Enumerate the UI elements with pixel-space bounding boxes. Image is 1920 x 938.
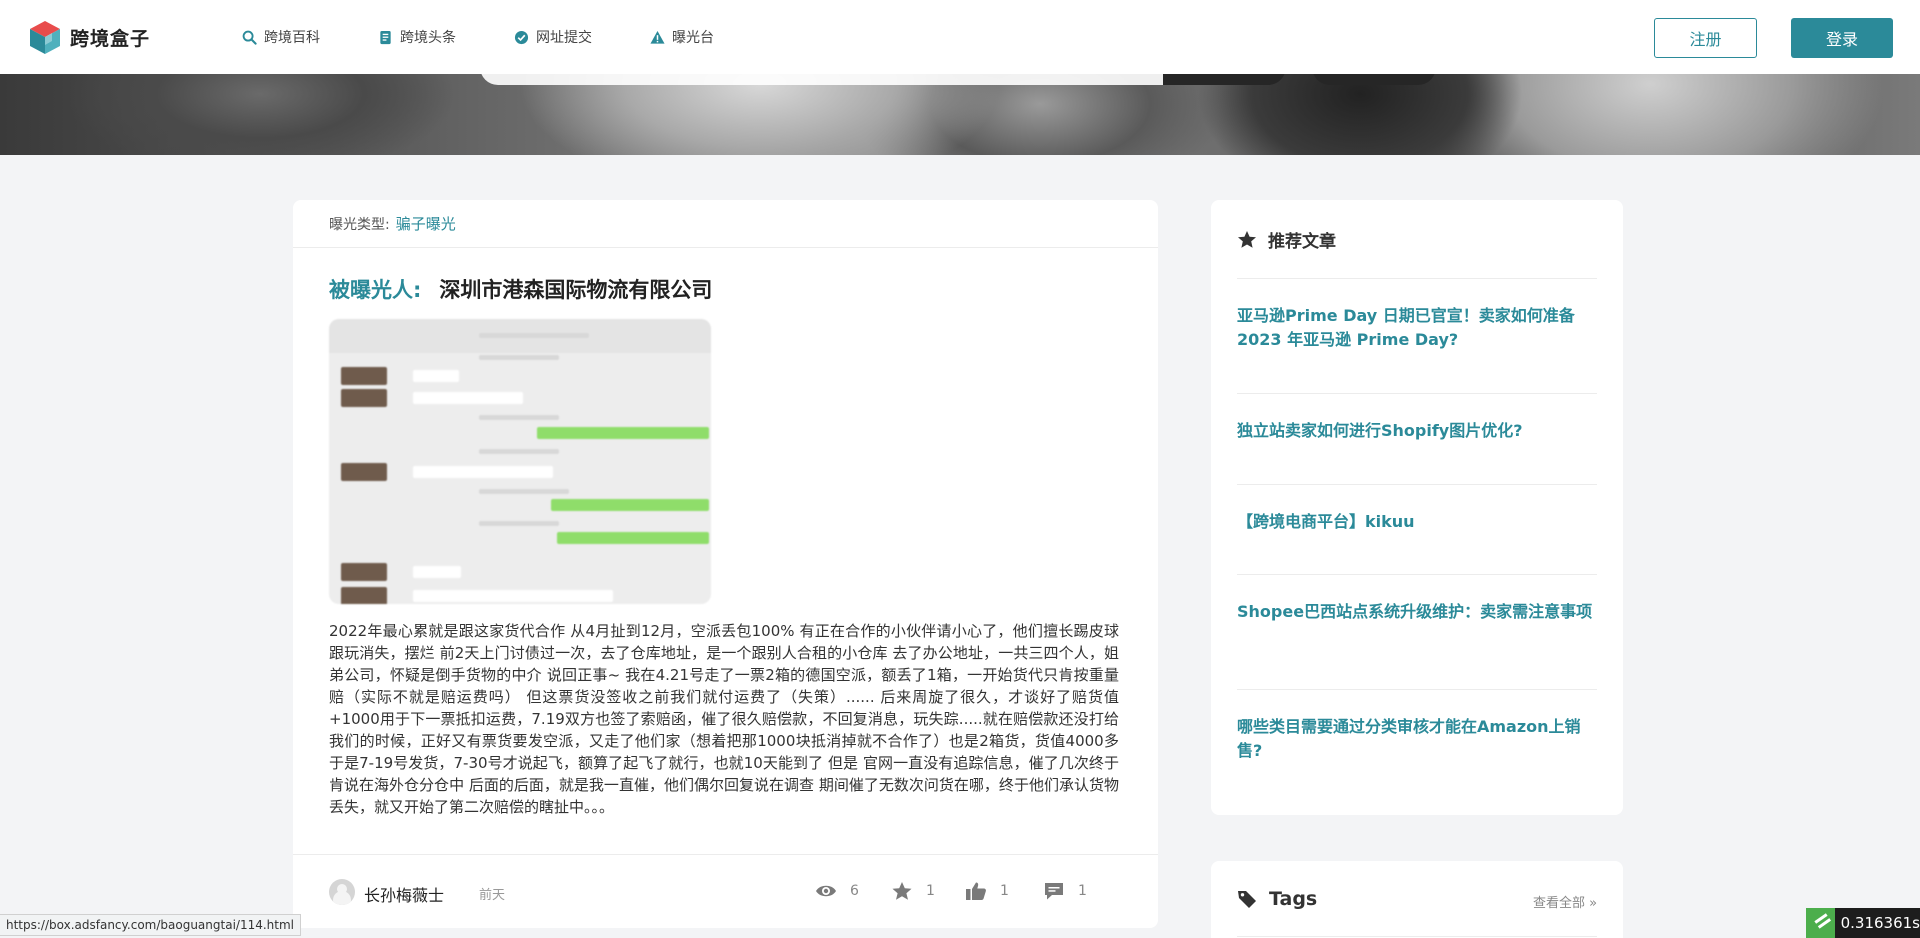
browser-status-url: https://box.adsfancy.com/baoguangtai/114… [0, 914, 301, 936]
comment-icon [1045, 883, 1063, 900]
register-button[interactable]: 注册 [1654, 18, 1757, 58]
recommended-article-link[interactable]: 亚马逊Prime Day 日期已官宣！卖家如何准备 2023 年亚马逊 Prim… [1237, 304, 1597, 352]
hero-banner [0, 74, 1920, 155]
warning-icon [650, 30, 665, 44]
search-icon [242, 30, 257, 45]
main-nav: 跨境百科 跨境头条 网址提交 曝光台 [242, 0, 772, 74]
article-meta-row: 长孙梅薇士 前天 6 1 1 1 [293, 854, 1158, 928]
recommended-article-link[interactable]: 独立站卖家如何进行Shopify图片优化? [1237, 419, 1597, 443]
star-icon [892, 882, 912, 900]
site-header: 跨境盒子 跨境百科 跨境头条 网址提交 曝光台 注册 登录 [0, 0, 1920, 74]
recommended-article-link[interactable]: 【跨境电商平台】kikuu [1237, 510, 1597, 534]
recommended-articles-card: 推荐文章 亚马逊Prime Day 日期已官宣！卖家如何准备 2023 年亚马逊… [1211, 200, 1623, 815]
exposed-title: 被曝光人: 深圳市港森国际物流有限公司 [329, 274, 712, 304]
divider [1237, 484, 1597, 485]
exposure-type-label: 曝光类型: [329, 216, 390, 233]
exposure-type-row: 曝光类型: 骗子曝光 [293, 200, 1158, 248]
exposed-company-name: 深圳市港森国际物流有限公司 [439, 278, 713, 302]
nav-item-label: 网址提交 [536, 30, 592, 46]
exposed-label: 被曝光人: [329, 278, 422, 302]
banner-search-button[interactable] [1163, 74, 1286, 85]
thumbs-up-icon [966, 882, 986, 900]
star-icon [1238, 230, 1256, 248]
page-load-timer: 0.316361s [1806, 908, 1920, 938]
exposure-type-link[interactable]: 骗子曝光 [396, 213, 456, 234]
tags-title: Tags [1269, 888, 1318, 910]
logo-cube-icon [30, 21, 60, 54]
nav-item-headlines[interactable]: 跨境头条 [378, 27, 456, 47]
check-circle-icon [514, 30, 529, 44]
banner-action-button[interactable] [1312, 74, 1436, 85]
likes-stat[interactable]: 1 [965, 881, 1009, 901]
author-name[interactable]: 长孙梅薇士 [364, 882, 444, 906]
views-stat: 6 [815, 881, 859, 901]
nav-item-label: 曝光台 [672, 30, 714, 46]
logo-text: 跨境盒子 [70, 28, 151, 50]
author-avatar[interactable] [329, 879, 355, 905]
comments-stat[interactable]: 1 [1043, 881, 1087, 901]
view-all-tags-link[interactable]: 查看全部 » [1533, 892, 1597, 911]
chat-screenshot-image[interactable] [329, 319, 711, 604]
nav-item-label: 跨境百科 [264, 30, 320, 46]
tag-icon [1238, 891, 1256, 908]
nav-item-label: 跨境头条 [400, 30, 456, 46]
views-count: 6 [850, 883, 859, 899]
divider [1237, 574, 1597, 575]
document-icon [380, 30, 391, 44]
nav-item-wiki[interactable]: 跨境百科 [242, 27, 320, 47]
timer-icon [1806, 908, 1835, 938]
favorites-count: 1 [926, 883, 935, 899]
divider [1237, 936, 1597, 937]
site-logo[interactable]: 跨境盒子 [30, 21, 150, 54]
favorites-stat[interactable]: 1 [891, 881, 935, 901]
divider [1237, 689, 1597, 690]
nav-item-submit-url[interactable]: 网址提交 [514, 27, 592, 47]
recommended-article-link[interactable]: 哪些类目需要通过分类审核才能在Amazon上销售? [1237, 715, 1597, 763]
recommended-title: 推荐文章 [1268, 232, 1336, 252]
banner-search-input[interactable] [480, 74, 1170, 85]
tags-card: Tags 查看全部 » [1211, 861, 1623, 938]
likes-count: 1 [1000, 883, 1009, 899]
tags-header: Tags [1237, 888, 1317, 910]
post-time: 前天 [479, 888, 506, 903]
article-card: 曝光类型: 骗子曝光 被曝光人: 深圳市港森国际物流有限公司 2022年最心累就… [293, 200, 1158, 928]
comments-count: 1 [1078, 883, 1087, 899]
article-body: 2022年最心累就是跟这家货代合作 从4月扯到12月，空派丢包100% 有正在合… [329, 622, 1119, 816]
divider [1237, 393, 1597, 394]
recommended-header: 推荐文章 [1237, 227, 1336, 252]
eye-icon [816, 885, 836, 897]
divider [1237, 278, 1597, 279]
recommended-article-link[interactable]: Shopee巴西站点系统升级维护：卖家需注意事项 [1237, 600, 1597, 624]
timer-value: 0.316361s [1840, 914, 1920, 932]
login-button[interactable]: 登录 [1791, 18, 1893, 58]
nav-item-exposure[interactable]: 曝光台 [650, 27, 714, 47]
